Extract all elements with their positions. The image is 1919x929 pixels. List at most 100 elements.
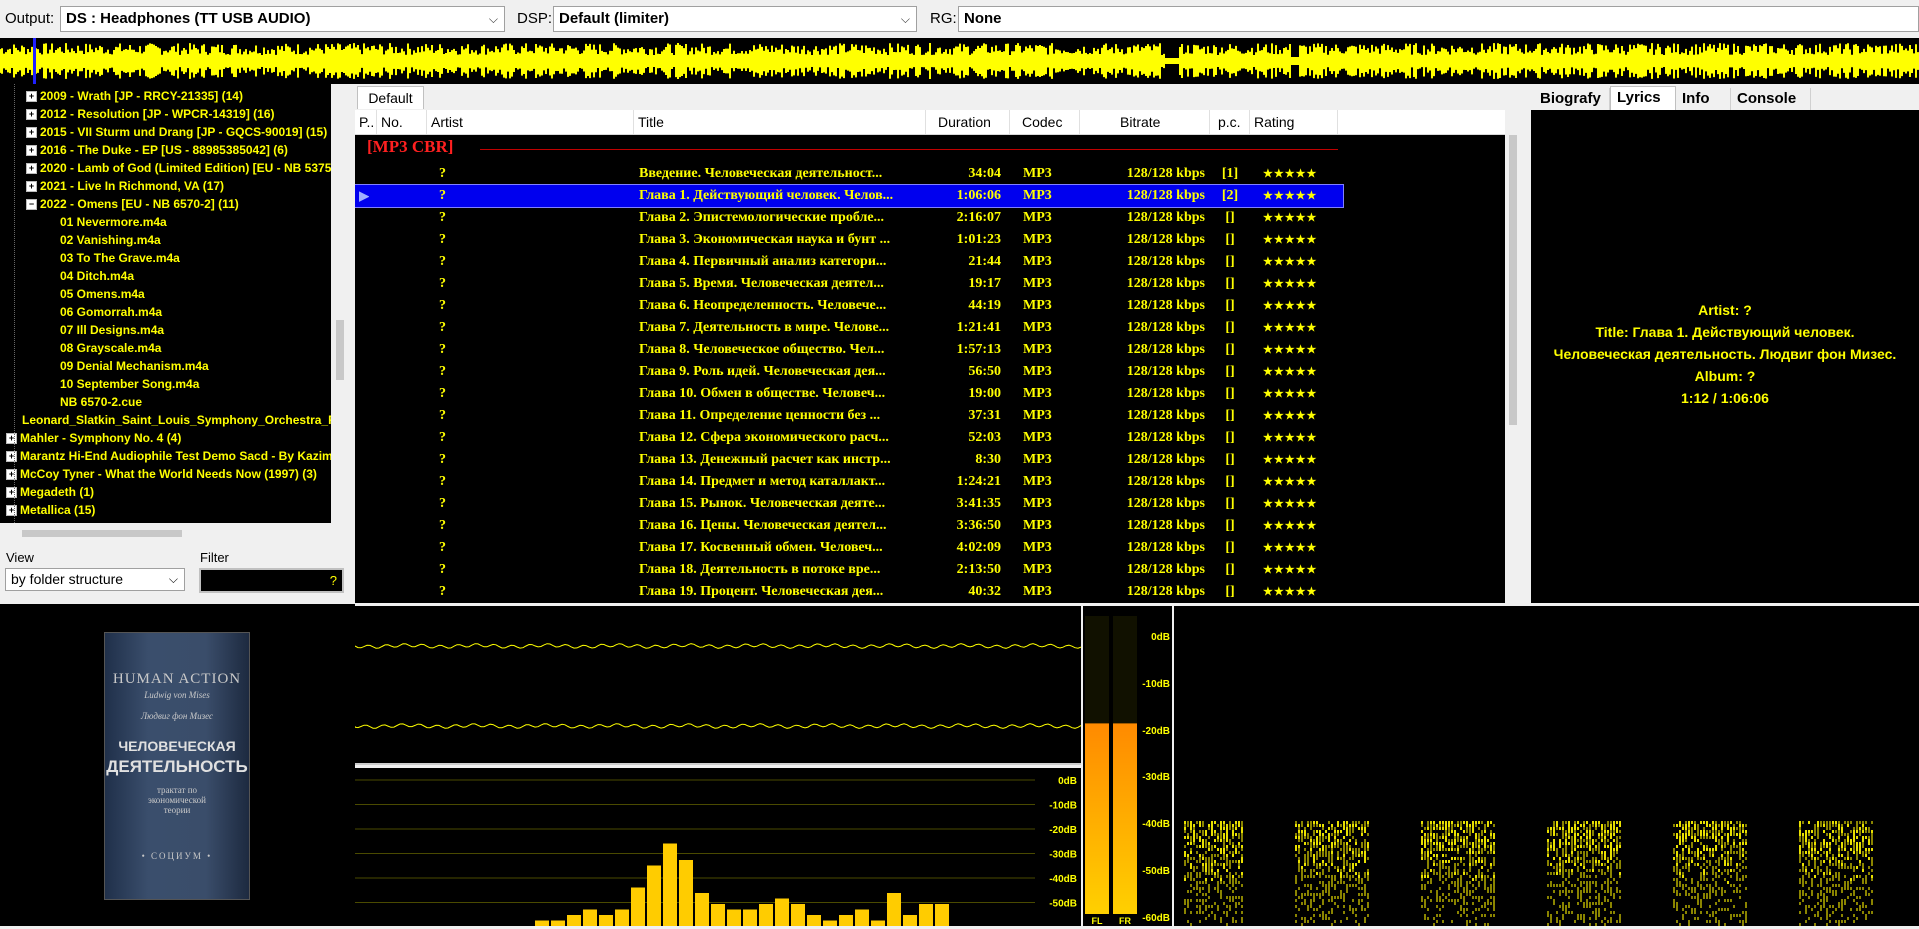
- tree-node[interactable]: +2015 - VII Sturm und Drang [JP - GQCS-9…: [26, 123, 327, 141]
- tree-node[interactable]: + Mahler - Symphony No. 4 (4): [6, 429, 181, 447]
- tree-node[interactable]: 01 Nevermore.m4a: [60, 213, 167, 231]
- tree-node[interactable]: + Megadeth (1): [6, 483, 94, 501]
- playlist-row[interactable]: ? Глава 3. Экономическая наука и бунт ...…: [355, 229, 1343, 251]
- collapse-icon[interactable]: −: [26, 199, 37, 211]
- tree-node[interactable]: Leonard_Slatkin_Saint_Louis_Symphony_Orc…: [22, 411, 331, 429]
- tree-node[interactable]: + Metallica (15): [6, 501, 95, 519]
- tree-node-label: 2015 - VII Sturm und Drang [JP - GQCS-90…: [40, 125, 328, 139]
- tree-node[interactable]: + Marantz Hi-End Audiophile Test Demo Sac…: [6, 447, 331, 465]
- col-number[interactable]: No.: [377, 110, 427, 134]
- tree-vertical-scrollbar[interactable]: [331, 84, 348, 523]
- tree-node[interactable]: 10 September Song.m4a: [60, 375, 199, 393]
- playlist-row[interactable]: ? Глава 12. Сфера экономического расч... 5…: [355, 427, 1343, 449]
- playlist-row[interactable]: ? Глава 16. Цены. Человеческая деятел... 3…: [355, 515, 1343, 537]
- cell-pc: []: [1225, 342, 1235, 357]
- cell-artist: ?: [439, 254, 446, 269]
- tree-hscroll-thumb[interactable]: [22, 530, 182, 537]
- cell-pc: [1]: [1221, 166, 1239, 181]
- tree-node[interactable]: NB 6570-2.cue: [60, 393, 142, 411]
- tree-node[interactable]: 05 Omens.m4a: [60, 285, 145, 303]
- col-title[interactable]: Title: [634, 110, 926, 134]
- spectrum-bar: [839, 915, 853, 926]
- expand-icon[interactable]: +: [26, 163, 37, 175]
- playlist-body[interactable]: ? Введение. Человеческая деятельност... 34…: [355, 135, 1505, 603]
- tree-node[interactable]: +2012 - Resolution [JP - WPCR-14319] (16…: [26, 105, 275, 123]
- playlist-row[interactable]: ▶? Глава 1. Действующий человек. Челов...…: [355, 184, 1344, 208]
- cell-pc: []: [1225, 386, 1235, 401]
- tree-node[interactable]: 04 Ditch.m4a: [60, 267, 134, 285]
- cell-artist: ?: [439, 188, 446, 203]
- cell-duration: 34:04: [968, 166, 1001, 181]
- tree-node[interactable]: +2016 - The Duke - EP [US - 88985385042]…: [26, 141, 288, 159]
- col-codec[interactable]: Codec: [1010, 110, 1080, 134]
- expand-icon[interactable]: +: [26, 145, 37, 157]
- cell-duration: 3:36:50: [956, 518, 1001, 533]
- playlist-row[interactable]: ? Глава 14. Предмет и метод каталлакт... 1…: [355, 471, 1343, 493]
- playlist-row[interactable]: ? Глава 17. Косвенный обмен. Человеч... 4:…: [355, 537, 1343, 559]
- cell-codec: MP3: [1023, 342, 1052, 357]
- dsp-select[interactable]: Default (limiter) ⌵: [553, 6, 917, 32]
- expand-icon[interactable]: +: [26, 91, 37, 103]
- tree-node[interactable]: +2009 - Wrath [JP - RRCY-21335] (14): [26, 87, 243, 105]
- playlist-row[interactable]: ? Глава 2. Эпистемологические пробле... 2:…: [355, 207, 1343, 229]
- playlist-row[interactable]: ? Глава 8. Человеческое общество. Чел... 1…: [355, 339, 1343, 361]
- art-publisher: • СОЦИУМ •: [141, 851, 213, 861]
- playlist-row[interactable]: ? Глава 6. Неопределенность. Человече... 4…: [355, 295, 1343, 317]
- filter-input[interactable]: ?: [199, 568, 344, 593]
- cell-codec: MP3: [1023, 540, 1052, 555]
- vu-db-label: -60dB: [1142, 913, 1170, 924]
- spectrum-bar: [903, 915, 917, 926]
- cell-artist: ?: [439, 562, 446, 577]
- expand-icon[interactable]: +: [26, 181, 37, 193]
- tab-info[interactable]: Info: [1676, 88, 1731, 110]
- tree-node[interactable]: +2020 - Lamb of God (Limited Edition) [E…: [26, 159, 331, 177]
- rg-select[interactable]: None: [958, 6, 1919, 32]
- col-duration[interactable]: Duration: [926, 110, 1010, 134]
- tree-node[interactable]: 02 Vanishing.m4a: [60, 231, 161, 249]
- tree-node[interactable]: +2021 - Live In Richmond, VA (17): [26, 177, 224, 195]
- tree-scroll-thumb[interactable]: [336, 320, 344, 380]
- cell-codec: MP3: [1023, 188, 1052, 203]
- playlist-row[interactable]: ? Глава 7. Деятельность в мире. Челове...…: [355, 317, 1343, 339]
- cell-duration: 19:00: [968, 386, 1001, 401]
- tree-node-label: 2021 - Live In Richmond, VA (17): [40, 179, 225, 193]
- playlist-row[interactable]: ? Введение. Человеческая деятельност... 34…: [355, 163, 1343, 185]
- tab-console[interactable]: Console: [1731, 88, 1811, 110]
- filter-label: Filter: [200, 550, 229, 565]
- tree-node[interactable]: 08 Grayscale.m4a: [60, 339, 161, 357]
- view-select[interactable]: by folder structure ⌵: [5, 568, 185, 591]
- playlist-row[interactable]: ? Глава 10. Обмен в обществе. Человеч... 1…: [355, 383, 1343, 405]
- filter-help-button[interactable]: ?: [330, 573, 337, 588]
- playlist-row[interactable]: ? Глава 5. Время. Человеческая деятел... 1…: [355, 273, 1343, 295]
- expand-icon[interactable]: +: [26, 109, 37, 121]
- playlist-row[interactable]: ? Глава 15. Рынок. Человеческая деяте... 3…: [355, 493, 1343, 515]
- col-bitrate[interactable]: Bitrate: [1080, 110, 1210, 134]
- waveform-seekbar[interactable]: [0, 38, 1919, 84]
- cell-title: Глава 18. Деятельность в потоке вре...: [639, 562, 881, 577]
- expand-icon[interactable]: +: [26, 127, 37, 139]
- tab-biografy[interactable]: Biografy: [1534, 88, 1610, 110]
- playlist-scroll-thumb[interactable]: [1509, 135, 1517, 425]
- col-artist[interactable]: Artist: [427, 110, 634, 134]
- tree-node[interactable]: 07 Ill Designs.m4a: [60, 321, 164, 339]
- tree-node[interactable]: 03 To The Grave.m4a: [60, 249, 180, 267]
- tree-node[interactable]: −2022 - Omens [EU - NB 6570-2] (11): [26, 195, 239, 213]
- output-select[interactable]: DS : Headphones (TT USB AUDIO) ⌵: [60, 6, 505, 32]
- playback-cursor[interactable]: [33, 38, 36, 84]
- col-rating[interactable]: Rating: [1250, 110, 1338, 134]
- playlist-row[interactable]: ? Глава 9. Роль идей. Человеческая дея...…: [355, 361, 1343, 383]
- col-playing[interactable]: P..: [355, 110, 377, 134]
- playlist-row[interactable]: ? Глава 13. Денежный расчет как инстр... 8…: [355, 449, 1343, 471]
- col-playcount[interactable]: p.c.: [1210, 110, 1250, 134]
- playlist-row[interactable]: ? Глава 4. Первичный анализ категори... 21…: [355, 251, 1343, 273]
- playlist-row[interactable]: ? Глава 18. Деятельность в потоке вре... 2…: [355, 559, 1343, 581]
- spectrum-bar: [711, 904, 725, 926]
- library-tree[interactable]: +2009 - Wrath [JP - RRCY-21335] (14) +201…: [0, 84, 331, 523]
- tree-node[interactable]: 09 Denial Mechanism.m4a: [60, 357, 209, 375]
- tab-lyrics[interactable]: Lyrics: [1610, 86, 1676, 110]
- tree-node[interactable]: + McCoy Tyner - What the World Needs Now …: [6, 465, 317, 483]
- playlist-row[interactable]: ? Глава 19. Процент. Человеческая дея... 4…: [355, 581, 1343, 603]
- playlist-row[interactable]: ? Глава 11. Определение ценности без ... 3…: [355, 405, 1343, 427]
- tab-default[interactable]: Default: [357, 86, 424, 109]
- tree-node[interactable]: 06 Gomorrah.m4a: [60, 303, 162, 321]
